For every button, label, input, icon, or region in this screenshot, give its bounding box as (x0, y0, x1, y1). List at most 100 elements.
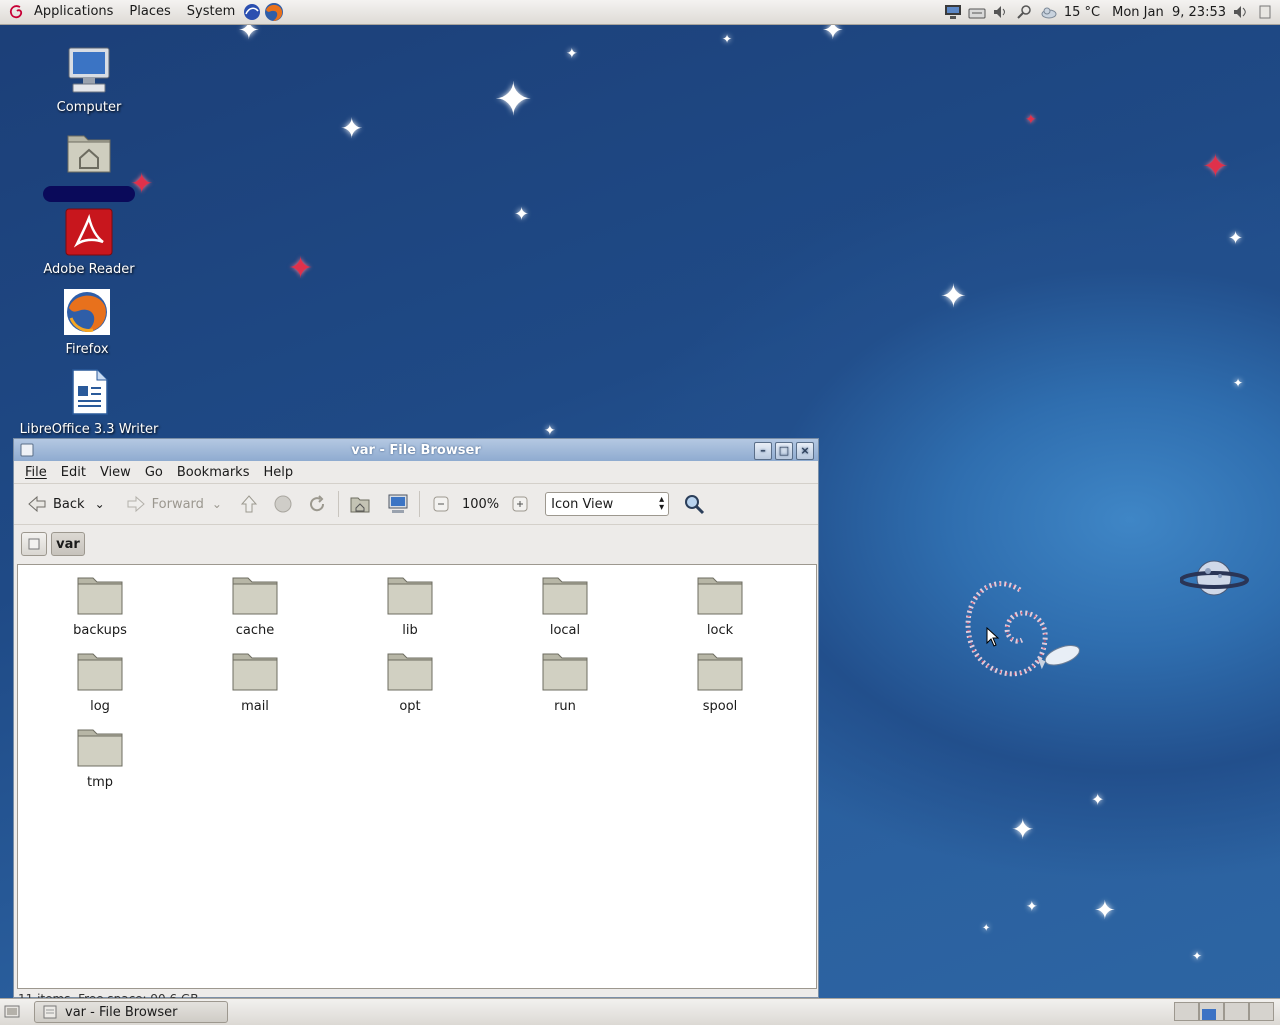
forward-history-dropdown-icon[interactable]: ⌄ (212, 497, 222, 511)
taskbar-button-label: var - File Browser (65, 1004, 178, 1020)
launcher-firefox-icon[interactable] (264, 2, 284, 22)
home-folder-icon (67, 135, 111, 173)
window-menu-icon[interactable] (20, 443, 34, 457)
desktop-icon-adobe-reader[interactable]: Adobe Reader (14, 208, 164, 277)
show-desktop-icon[interactable] (1256, 4, 1274, 20)
debian-swirl-decoration (965, 581, 1080, 677)
folder-item[interactable]: opt (350, 651, 470, 714)
star-decoration: ✦ (1025, 112, 1037, 128)
volume-icon[interactable] (992, 4, 1010, 20)
view-mode-select[interactable]: Icon View ▴ ▾ (545, 492, 670, 516)
workspace-4[interactable] (1249, 1002, 1274, 1021)
file-browser-window: var - File Browser – □ × File Edit View … (13, 438, 819, 1006)
computer-icon (68, 47, 110, 93)
folder-label: backups (73, 623, 127, 638)
folder-item[interactable]: local (505, 575, 625, 638)
folder-icon (542, 577, 588, 615)
location-bar: var (14, 525, 818, 563)
folder-icon (387, 577, 433, 615)
file-icon-view: backups cache lib local lock log mail op… (17, 564, 817, 989)
folder-label: local (549, 623, 581, 638)
home-icon[interactable] (349, 493, 371, 515)
folder-icon (232, 653, 278, 691)
search-icon[interactable] (683, 493, 705, 515)
edit-location-icon (28, 538, 40, 550)
window-titlebar[interactable]: var - File Browser – □ × (14, 439, 818, 461)
back-history-dropdown-icon[interactable]: ⌄ (95, 497, 105, 511)
back-label: Back (53, 496, 85, 512)
reload-icon[interactable] (306, 493, 328, 515)
desktop-icon-home[interactable] (14, 128, 164, 202)
workspace-1[interactable] (1174, 1002, 1199, 1021)
folder-item[interactable]: lib (350, 575, 470, 638)
forward-button[interactable]: Forward (121, 489, 208, 519)
folder-icon (697, 653, 743, 691)
workspace-2[interactable] (1199, 1002, 1224, 1021)
location-toggle-button[interactable] (21, 532, 47, 556)
window-icon (43, 1005, 57, 1019)
weather-temperature[interactable]: 15 °C (1064, 5, 1100, 20)
menu-bookmarks[interactable]: Bookmarks (170, 465, 257, 480)
folder-item[interactable]: log (40, 651, 160, 714)
folder-label: spool (702, 699, 738, 714)
back-button[interactable]: Back (22, 489, 89, 519)
folder-item[interactable]: lock (660, 575, 780, 638)
speaker-icon[interactable] (1232, 4, 1250, 20)
folder-icon (387, 653, 433, 691)
folder-item[interactable]: backups (40, 575, 160, 638)
menu-file[interactable]: File (18, 465, 54, 480)
folder-icon (77, 577, 123, 615)
star-decoration: ✦ (1192, 949, 1203, 963)
folder-label: run (554, 699, 576, 714)
folder-label: lib (402, 623, 418, 638)
star-decoration: ✦ (340, 112, 364, 145)
search-tool-icon[interactable] (1016, 4, 1034, 20)
folder-item[interactable]: spool (660, 651, 780, 714)
folder-item[interactable]: cache (195, 575, 315, 638)
folder-item[interactable]: mail (195, 651, 315, 714)
desktop-icon-libreoffice-writer[interactable]: LibreOffice 3.3 Writer (14, 368, 164, 437)
debian-logo-icon (9, 5, 23, 19)
launcher-browser-icon[interactable] (243, 3, 261, 21)
menu-view[interactable]: View (93, 465, 138, 480)
zoom-out-icon[interactable] (430, 493, 452, 515)
weather-cloud-icon (1041, 7, 1057, 19)
keyboard-icon[interactable] (968, 4, 986, 20)
toolbar: Back ⌄ Forward ⌄ 100% Icon View ▴ ▾ (14, 484, 818, 525)
folder-icon (232, 577, 278, 615)
menu-go[interactable]: Go (138, 465, 170, 480)
folder-icon (77, 653, 123, 691)
folder-icon (77, 729, 123, 767)
bottom-panel: var - File Browser (0, 998, 1280, 1025)
workspace-3[interactable] (1224, 1002, 1249, 1021)
close-button[interactable]: × (796, 442, 814, 460)
menu-help[interactable]: Help (256, 465, 300, 480)
applications-menu[interactable]: Applications (26, 0, 121, 24)
taskbar-button[interactable]: var - File Browser (34, 1001, 228, 1023)
desktop-icon-firefox[interactable]: Firefox (12, 288, 162, 357)
path-button-current[interactable]: var (51, 532, 85, 556)
firefox-icon (64, 289, 110, 335)
minimize-button[interactable]: – (754, 442, 772, 460)
redacted-label (43, 186, 135, 202)
system-menu[interactable]: System (179, 0, 243, 24)
up-arrow-icon[interactable] (238, 493, 260, 515)
toolbar-separator (418, 491, 420, 517)
menu-bar: File Edit View Go Bookmarks Help (14, 461, 818, 484)
desktop-icon-computer[interactable]: Computer (14, 46, 164, 115)
folder-item[interactable]: run (505, 651, 625, 714)
zoom-in-icon[interactable] (509, 493, 531, 515)
adobe-reader-icon (65, 208, 113, 256)
notification-area: 15 °C Mon Jan 9, 23:53 (944, 0, 1280, 24)
menu-edit[interactable]: Edit (54, 465, 93, 480)
network-icon[interactable] (944, 4, 962, 20)
computer-icon[interactable] (387, 493, 409, 515)
star-decoration: ✦ (1091, 790, 1105, 809)
toolbar-separator (337, 491, 339, 517)
stop-icon[interactable] (272, 493, 294, 515)
places-menu[interactable]: Places (121, 0, 178, 24)
clock[interactable]: Mon Jan 9, 23:53 (1112, 5, 1226, 20)
show-desktop-icon[interactable] (4, 1004, 20, 1020)
maximize-button[interactable]: □ (775, 442, 793, 460)
folder-item[interactable]: tmp (40, 727, 160, 790)
